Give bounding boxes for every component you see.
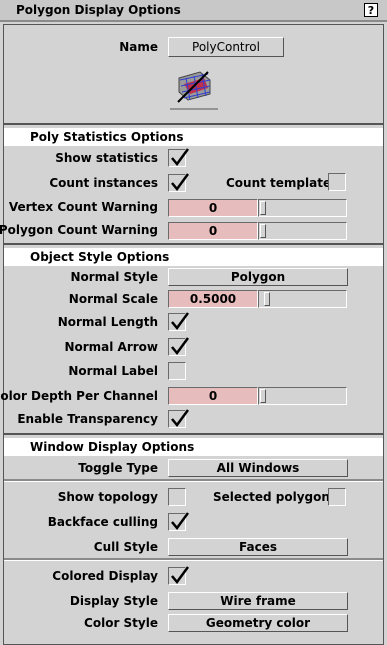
help-button[interactable]: ? bbox=[364, 3, 378, 17]
color-style-label: Color Style bbox=[84, 616, 158, 630]
color-depth-field[interactable]: 0 bbox=[168, 387, 258, 405]
colored-display-label: Colored Display bbox=[52, 569, 158, 583]
backface-culling-checkbox[interactable] bbox=[168, 512, 189, 531]
display-style-label: Display Style bbox=[69, 594, 158, 608]
normal-scale-label: Normal Scale bbox=[68, 292, 158, 306]
polygon-warning-slider[interactable] bbox=[258, 222, 347, 240]
toggle-type-label: Toggle Type bbox=[78, 461, 158, 475]
backface-culling-label: Backface culling bbox=[47, 515, 158, 529]
vertex-warning-label: Vertex Count Warning bbox=[8, 200, 158, 214]
window-display-title: Window Display Options bbox=[30, 440, 195, 454]
selected-polygons-checkbox[interactable] bbox=[328, 488, 346, 506]
polygon-warning-field[interactable]: 0 bbox=[168, 222, 258, 240]
selected-polygons-label: Selected polygons bbox=[213, 490, 338, 504]
poly-control-icon[interactable] bbox=[170, 64, 218, 110]
color-depth-slider-thumb[interactable] bbox=[260, 389, 266, 403]
show-topology-checkbox[interactable] bbox=[168, 488, 186, 506]
show-topology-label: Show topology bbox=[57, 490, 158, 504]
display-style-dropdown[interactable]: Wire frame bbox=[168, 592, 348, 610]
title-bar: Polygon Display Options ? bbox=[0, 0, 387, 22]
color-style-dropdown[interactable]: Geometry color bbox=[168, 614, 348, 632]
divider bbox=[4, 558, 383, 561]
normal-length-checkbox[interactable] bbox=[168, 312, 189, 331]
polygon-warning-slider-thumb[interactable] bbox=[260, 224, 266, 238]
polygon-warning-label: Polygon Count Warning bbox=[0, 223, 158, 237]
toggle-type-dropdown[interactable]: All Windows bbox=[168, 459, 348, 477]
vertex-warning-slider-thumb[interactable] bbox=[260, 201, 266, 215]
poly-stats-header: Poly Statistics Options bbox=[4, 128, 383, 146]
colored-display-checkbox[interactable] bbox=[168, 566, 189, 585]
poly-stats-title: Poly Statistics Options bbox=[30, 130, 184, 144]
normal-length-label: Normal Length bbox=[57, 315, 158, 329]
normal-label-label: Normal Label bbox=[68, 364, 158, 378]
window-display-header: Window Display Options bbox=[4, 438, 383, 456]
color-depth-slider[interactable] bbox=[258, 387, 347, 405]
color-depth-label: Color Depth Per Channel bbox=[0, 389, 158, 403]
object-style-title: Object Style Options bbox=[30, 250, 170, 264]
vertex-warning-field[interactable]: 0 bbox=[168, 199, 258, 217]
normal-scale-field[interactable]: 0.5000 bbox=[168, 290, 258, 308]
normal-style-dropdown[interactable]: Polygon bbox=[168, 268, 348, 286]
show-statistics-checkbox[interactable] bbox=[168, 148, 189, 167]
vertex-warning-slider[interactable] bbox=[258, 199, 347, 217]
count-instances-label: Count instances bbox=[49, 176, 158, 190]
count-templated-label: Count templated bbox=[226, 176, 340, 190]
object-style-header: Object Style Options bbox=[4, 248, 383, 266]
normal-scale-slider[interactable] bbox=[258, 290, 347, 308]
show-statistics-label: Show statistics bbox=[55, 151, 158, 165]
divider bbox=[4, 479, 383, 482]
enable-transparency-label: Enable Transparency bbox=[17, 412, 158, 426]
normal-arrow-checkbox[interactable] bbox=[168, 337, 189, 356]
normal-label-checkbox[interactable] bbox=[168, 362, 186, 380]
cull-style-dropdown[interactable]: Faces bbox=[168, 538, 348, 556]
normal-style-label: Normal Style bbox=[70, 270, 158, 284]
window-title: Polygon Display Options bbox=[16, 3, 181, 17]
count-instances-checkbox[interactable] bbox=[168, 173, 189, 192]
count-templated-checkbox[interactable] bbox=[328, 173, 346, 191]
name-field[interactable]: PolyControl bbox=[168, 37, 284, 57]
normal-scale-slider-thumb[interactable] bbox=[264, 292, 270, 306]
normal-arrow-label: Normal Arrow bbox=[64, 340, 158, 354]
cull-style-label: Cull Style bbox=[93, 540, 158, 554]
enable-transparency-checkbox[interactable] bbox=[168, 409, 189, 428]
name-label: Name bbox=[119, 40, 158, 54]
